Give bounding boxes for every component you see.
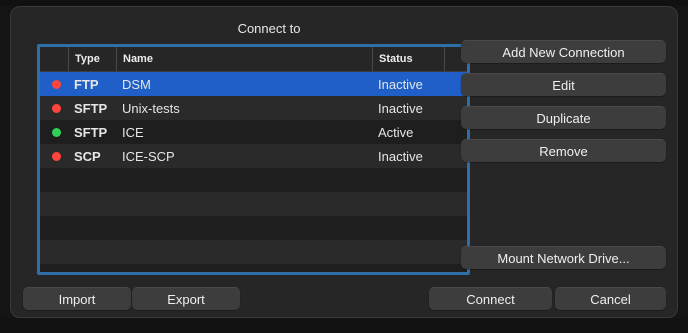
table-body: FTP DSM Inactive SFTP Unix-tests Inactive SFTP…: [40, 72, 467, 264]
status-dot-cell: [40, 127, 68, 137]
table-row[interactable]: SFTP Unix-tests Inactive: [40, 96, 467, 120]
cell-type: SFTP: [74, 124, 108, 140]
empty-row: [40, 168, 467, 192]
status-dot-icon: [51, 151, 61, 161]
export-button[interactable]: Export: [132, 287, 240, 310]
empty-row: [40, 192, 467, 216]
mount-network-drive-button[interactable]: Mount Network Drive...: [461, 246, 666, 269]
empty-row: [40, 240, 467, 264]
cell-type: SCP: [74, 148, 101, 164]
cell-name: DSM: [122, 76, 151, 92]
import-button[interactable]: Import: [23, 287, 131, 310]
status-dot-icon: [51, 103, 61, 113]
cell-name: Unix-tests: [122, 100, 180, 116]
header-indicator: [40, 47, 68, 71]
table-row[interactable]: SFTP ICE Active: [40, 120, 467, 144]
status-dot-icon: [51, 79, 61, 89]
remove-button[interactable]: Remove: [461, 139, 666, 162]
cell-status: Active: [378, 124, 414, 140]
status-dot-cell: [40, 103, 68, 113]
status-dot-cell: [40, 151, 68, 161]
cell-status: Inactive: [378, 148, 423, 164]
status-dot-cell: [40, 79, 68, 89]
duplicate-button[interactable]: Duplicate: [461, 106, 666, 129]
cancel-button[interactable]: Cancel: [555, 287, 666, 310]
cell-status: Inactive: [378, 76, 423, 92]
connections-table[interactable]: Type Name Status FTP DSM Inactive SFTP Unix-…: [37, 44, 470, 275]
table-row[interactable]: SCP ICE-SCP Inactive: [40, 144, 467, 168]
cell-type: SFTP: [74, 100, 108, 116]
dialog-title: Connect to: [237, 21, 301, 36]
cell-name: ICE: [122, 124, 144, 140]
cell-status: Inactive: [378, 100, 423, 116]
header-type[interactable]: Type: [68, 47, 116, 71]
table-row[interactable]: FTP DSM Inactive: [40, 72, 467, 96]
cell-type: FTP: [74, 76, 99, 92]
cell-name: ICE-SCP: [122, 148, 175, 164]
add-new-connection-button[interactable]: Add New Connection: [461, 40, 666, 63]
status-dot-icon: [51, 127, 61, 137]
connect-dialog: Connect to Type Name Status FTP DSM Inacti…: [10, 6, 678, 318]
background-window-bottom: [0, 318, 688, 333]
empty-row: [40, 216, 467, 240]
connect-button[interactable]: Connect: [429, 287, 552, 310]
table-header: Type Name Status: [40, 47, 467, 72]
header-name[interactable]: Name: [116, 47, 372, 71]
header-status[interactable]: Status: [372, 47, 444, 71]
edit-button[interactable]: Edit: [461, 73, 666, 96]
